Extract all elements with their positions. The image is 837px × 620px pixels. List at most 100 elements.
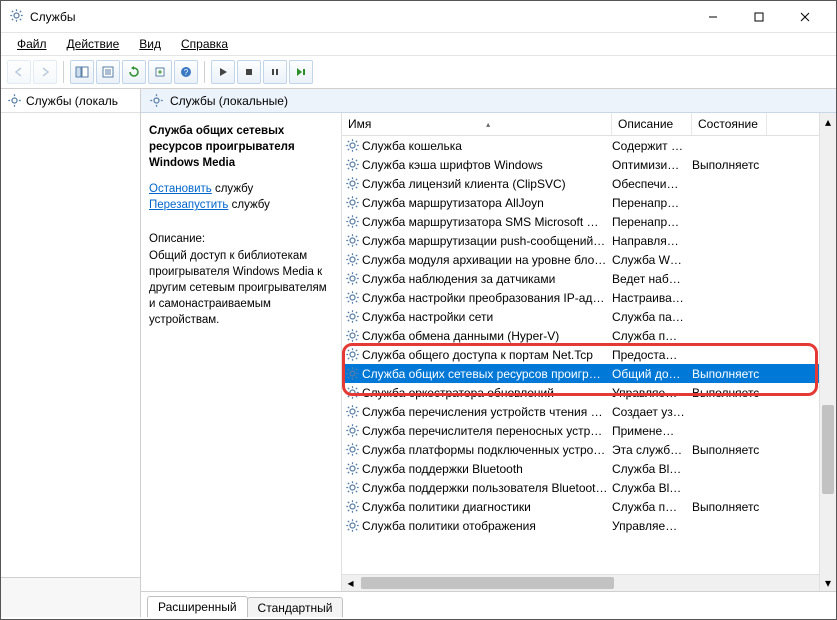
service-description: Создает уз… xyxy=(612,405,692,419)
service-icon xyxy=(342,442,362,457)
pause-service-button[interactable] xyxy=(263,60,287,84)
service-description: Общий до… xyxy=(612,367,692,381)
close-button[interactable] xyxy=(782,2,828,32)
service-name: Служба настройки сети xyxy=(362,310,612,324)
service-row[interactable]: Служба маршрутизатора SMS Microsoft Wind… xyxy=(342,212,836,231)
stop-service-button[interactable] xyxy=(237,60,261,84)
service-name: Служба кэша шрифтов Windows xyxy=(362,158,612,172)
detail-pane: Служба общих сетевых ресурсов проигрыват… xyxy=(141,113,341,591)
service-row[interactable]: Служба общих сетевых ресурсов проигрыват… xyxy=(342,364,836,383)
service-icon xyxy=(342,423,362,438)
category-header-label: Службы (локальные) xyxy=(170,94,288,108)
service-row[interactable]: Служба общего доступа к портам Net.TcpПр… xyxy=(342,345,836,364)
scroll-left-icon[interactable]: ◂ xyxy=(342,575,359,591)
svg-text:?: ? xyxy=(184,68,189,77)
minimize-button[interactable] xyxy=(690,2,736,32)
back-button[interactable] xyxy=(7,60,31,84)
service-icon xyxy=(342,347,362,362)
app-icon xyxy=(9,8,24,26)
service-name: Служба маршрутизатора AllJoyn xyxy=(362,196,612,210)
category-header: Службы (локальные) xyxy=(141,89,836,113)
menu-file[interactable]: Файл xyxy=(9,35,55,53)
service-row[interactable]: Служба настройки преобразования IP-адрес… xyxy=(342,288,836,307)
description-label: Описание: xyxy=(149,231,331,247)
forward-button[interactable] xyxy=(33,60,57,84)
service-icon xyxy=(342,480,362,495)
service-name: Служба перечисления устройств чтения сма… xyxy=(362,405,612,419)
start-service-button[interactable] xyxy=(211,60,235,84)
service-name: Служба политики диагностики xyxy=(362,500,612,514)
sort-indicator-icon: ▴ xyxy=(486,120,490,129)
service-icon xyxy=(342,157,362,172)
service-name: Служба поддержки пользователя Bluetooth_… xyxy=(362,481,612,495)
column-name[interactable]: Имя ▴ xyxy=(342,113,612,135)
service-row[interactable]: Служба политики диагностикиСлужба п…Выпо… xyxy=(342,497,836,516)
service-row[interactable]: Служба модуля архивации на уровне блоков… xyxy=(342,250,836,269)
service-description: Содержит … xyxy=(612,139,692,153)
service-row[interactable]: Служба поддержки BluetoothСлужба Bl… xyxy=(342,459,836,478)
service-name: Служба поддержки Bluetooth xyxy=(362,462,612,476)
restart-service-link[interactable]: Перезапустить xyxy=(149,199,228,211)
menu-action[interactable]: Действие xyxy=(59,35,128,53)
tab-extended[interactable]: Расширенный xyxy=(147,596,248,617)
service-name: Служба кошелька xyxy=(362,139,612,153)
service-name: Служба маршрутизации push-сообщений на … xyxy=(362,234,612,248)
menubar: Файл Действие Вид Справка xyxy=(1,33,836,56)
maximize-button[interactable] xyxy=(736,2,782,32)
service-state: Выполняетс xyxy=(692,443,767,457)
refresh-button[interactable] xyxy=(122,60,146,84)
selected-service-name: Служба общих сетевых ресурсов проигрыват… xyxy=(149,123,331,171)
service-state: Выполняетс xyxy=(692,158,767,172)
service-description: Ведет наб… xyxy=(612,272,692,286)
horizontal-scrollbar[interactable]: ◂ ▸ xyxy=(342,574,836,591)
service-row[interactable]: Служба маршрутизатора AllJoynПеренапр… xyxy=(342,193,836,212)
service-row[interactable]: Служба лицензий клиента (ClipSVC)Обеспеч… xyxy=(342,174,836,193)
menu-view[interactable]: Вид xyxy=(131,35,169,53)
service-description: Предоста… xyxy=(612,348,692,362)
service-name: Служба обмена данными (Hyper-V) xyxy=(362,329,612,343)
list-pane: Имя ▴ Описание Состояние Служба кошелька… xyxy=(341,113,836,591)
service-description: Служба Bl… xyxy=(612,462,692,476)
service-description: Примене… xyxy=(612,424,692,438)
service-row[interactable]: Служба платформы подключенных устройствЭ… xyxy=(342,440,836,459)
service-name: Служба платформы подключенных устройств xyxy=(362,443,612,457)
export-button[interactable] xyxy=(148,60,172,84)
service-row[interactable]: Служба оркестратора обновленийУправляе…В… xyxy=(342,383,836,402)
service-row[interactable]: Служба маршрутизации push-сообщений на …… xyxy=(342,231,836,250)
service-icon xyxy=(342,309,362,324)
service-row[interactable]: Служба настройки сетиСлужба па… xyxy=(342,307,836,326)
view-tabs: Расширенный Стандартный xyxy=(141,591,836,617)
column-state[interactable]: Состояние xyxy=(692,113,767,135)
service-icon xyxy=(342,252,362,267)
service-row[interactable]: Служба перечисления устройств чтения сма… xyxy=(342,402,836,421)
stop-service-link[interactable]: Остановить xyxy=(149,183,212,195)
show-hide-tree-button[interactable] xyxy=(70,60,94,84)
service-description: Служба Bl… xyxy=(612,481,692,495)
help-button[interactable]: ? xyxy=(174,60,198,84)
service-name: Служба настройки преобразования IP-адрес… xyxy=(362,291,612,305)
tab-standard[interactable]: Стандартный xyxy=(247,597,344,617)
service-row[interactable]: Служба наблюдения за датчикамиВедет наб… xyxy=(342,269,836,288)
service-state: Выполняетс xyxy=(692,367,767,381)
service-row[interactable]: Служба обмена данными (Hyper-V)Служба п… xyxy=(342,326,836,345)
column-description[interactable]: Описание xyxy=(612,113,692,135)
service-description: Управляе… xyxy=(612,519,692,533)
service-row[interactable]: Служба политики отображенияУправляе… xyxy=(342,516,836,535)
service-row[interactable]: Служба перечислителя переносных устройст… xyxy=(342,421,836,440)
service-row[interactable]: Служба кэша шрифтов WindowsОптимизи…Выпо… xyxy=(342,155,836,174)
service-description: Управляе… xyxy=(612,386,692,400)
tree-pane: Службы (локаль xyxy=(1,89,141,617)
service-row[interactable]: Служба кошелькаСодержит … xyxy=(342,136,836,155)
service-icon xyxy=(342,461,362,476)
service-description: Обеспечи… xyxy=(612,177,692,191)
service-description: Перенапр… xyxy=(612,215,692,229)
properties-button[interactable] xyxy=(96,60,120,84)
tree-root[interactable]: Службы (локаль xyxy=(1,89,140,113)
scroll-up-icon[interactable]: ▴ xyxy=(820,113,836,130)
service-row[interactable]: Служба поддержки пользователя Bluetooth_… xyxy=(342,478,836,497)
scroll-down-icon[interactable]: ▾ xyxy=(820,574,836,591)
restart-service-button[interactable] xyxy=(289,60,313,84)
menu-help[interactable]: Справка xyxy=(173,35,236,53)
vertical-scrollbar[interactable]: ▴ ▾ xyxy=(819,113,836,591)
service-icon xyxy=(342,385,362,400)
